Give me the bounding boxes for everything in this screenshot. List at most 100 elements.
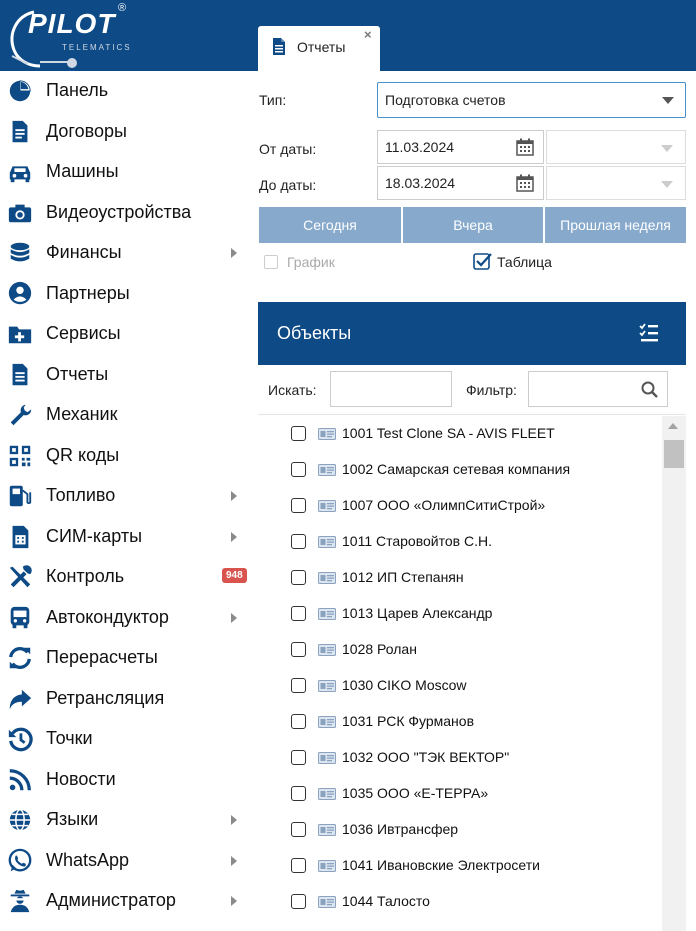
id-card-icon bbox=[318, 500, 336, 512]
sidebar-item-8[interactable]: Механик bbox=[0, 395, 250, 435]
objects-search-bar: Искать: Фильтр: bbox=[258, 365, 686, 415]
sidebar-item-label: Партнеры bbox=[46, 282, 130, 303]
list-item[interactable]: 1001 Test Clone SA - AVIS FLEET bbox=[258, 416, 658, 452]
sidebar-item-label: Точки bbox=[46, 728, 93, 748]
list-item[interactable]: 1012 ИП Степанян bbox=[258, 560, 658, 596]
filter-label: Фильтр: bbox=[466, 382, 517, 398]
to-date-value: 18.03.2024 bbox=[385, 175, 456, 191]
sidebar-item-label: WhatsApp bbox=[46, 849, 130, 870]
sidebar-item-2[interactable]: Машины bbox=[0, 152, 250, 192]
filter-input[interactable] bbox=[528, 371, 668, 407]
list-item-checkbox[interactable] bbox=[291, 894, 306, 909]
list-item[interactable]: 1028 Ролан bbox=[258, 632, 658, 668]
file-text-icon bbox=[12, 363, 28, 385]
tab-reports[interactable]: Отчеты × bbox=[258, 26, 380, 71]
checklist-icon[interactable] bbox=[638, 322, 660, 344]
sidebar-item-label: Контроль bbox=[46, 566, 125, 586]
list-item-checkbox[interactable] bbox=[291, 750, 306, 765]
sidebar-item-6[interactable]: Сервисы bbox=[0, 314, 250, 354]
sidebar-item-7[interactable]: Отчеты bbox=[0, 355, 250, 395]
sidebar-item-20[interactable]: Администратор bbox=[0, 881, 250, 921]
list-item[interactable]: 1002 Самарская сетевая компания bbox=[258, 452, 658, 488]
chevron-down-icon bbox=[661, 181, 673, 188]
yesterday-button[interactable]: Вчера bbox=[403, 207, 543, 243]
list-item[interactable]: 1044 Талосто bbox=[258, 884, 658, 920]
list-item-checkbox[interactable] bbox=[291, 534, 306, 549]
table-checkbox[interactable] bbox=[473, 252, 492, 270]
tab-close-icon[interactable]: × bbox=[364, 27, 372, 42]
sidebar-item-14[interactable]: Перерасчеты bbox=[0, 638, 250, 678]
list-item-checkbox[interactable] bbox=[291, 606, 306, 621]
chevron-down-icon bbox=[662, 97, 674, 104]
sidebar-item-3[interactable]: Видеоустройства bbox=[0, 193, 250, 233]
sim-card-icon bbox=[12, 525, 29, 548]
sidebar-item-15[interactable]: Ретрансляция bbox=[0, 679, 250, 719]
list-item[interactable]: 1007 ООО «ОлимпСитиСтрой» bbox=[258, 488, 658, 524]
list-item-label: 1036 Ивтрансфер bbox=[342, 821, 459, 837]
id-card-icon bbox=[318, 680, 336, 692]
scroll-up-icon[interactable] bbox=[668, 423, 678, 429]
calendar-icon[interactable] bbox=[516, 174, 534, 192]
list-item[interactable]: 1032 ООО "ТЭК ВЕКТОР" bbox=[258, 740, 658, 776]
sidebar-item-18[interactable]: Языки bbox=[0, 800, 250, 840]
sidebar-item-label: Языки bbox=[46, 809, 99, 829]
id-card-icon bbox=[318, 860, 336, 872]
user-secret-icon bbox=[10, 889, 30, 913]
sidebar-item-5[interactable]: Партнеры bbox=[0, 274, 250, 314]
list-item-checkbox[interactable] bbox=[291, 426, 306, 441]
list-item-checkbox[interactable] bbox=[291, 498, 306, 513]
id-card-icon bbox=[318, 464, 336, 476]
sidebar-item-1[interactable]: Договоры bbox=[0, 112, 250, 152]
sidebar-item-11[interactable]: СИМ-карты bbox=[0, 517, 250, 557]
list-item[interactable]: 1030 CIKO Moscow bbox=[258, 668, 658, 704]
tools-icon bbox=[9, 565, 32, 588]
sidebar-item-10[interactable]: Топливо bbox=[0, 476, 250, 516]
today-button[interactable]: Сегодня bbox=[259, 207, 401, 243]
sidebar-item-label: Администратор bbox=[46, 890, 176, 910]
list-item-checkbox[interactable] bbox=[291, 678, 306, 693]
id-card-icon bbox=[318, 824, 336, 836]
list-item[interactable]: 1011 Старовойтов С.Н. bbox=[258, 524, 658, 560]
list-item-checkbox[interactable] bbox=[291, 786, 306, 801]
scroll-thumb[interactable] bbox=[664, 440, 684, 468]
from-date-input[interactable]: 11.03.2024 bbox=[377, 130, 544, 164]
report-type-select[interactable]: Подготовка счетов bbox=[377, 82, 686, 118]
sidebar-item-label: Механик bbox=[46, 404, 118, 424]
list-item-checkbox[interactable] bbox=[291, 858, 306, 873]
list-item-checkbox[interactable] bbox=[291, 822, 306, 837]
sidebar-item-4[interactable]: Финансы bbox=[0, 233, 250, 273]
from-time-select[interactable] bbox=[546, 130, 686, 164]
list-item[interactable]: 1013 Царев Александр bbox=[258, 596, 658, 632]
camera-icon bbox=[8, 204, 32, 222]
sidebar-item-label: Перерасчеты bbox=[46, 647, 158, 667]
list-item[interactable]: 1035 ООО «Е-ТЕРРА» bbox=[258, 776, 658, 812]
list-item-checkbox[interactable] bbox=[291, 714, 306, 729]
list-item-checkbox[interactable] bbox=[291, 570, 306, 585]
sidebar-item-16[interactable]: Точки bbox=[0, 719, 250, 759]
sidebar: Панель Договоры Машины Видеоустройства Финан… bbox=[0, 71, 250, 931]
to-date-input[interactable]: 18.03.2024 bbox=[377, 166, 544, 200]
chart-checkbox[interactable] bbox=[264, 255, 278, 269]
to-time-select[interactable] bbox=[546, 166, 686, 200]
pilot-logo[interactable]: PILOT TELEMATICS ® bbox=[6, 2, 130, 68]
pie-chart-icon bbox=[9, 80, 31, 102]
sidebar-item-12[interactable]: Контроль 948 bbox=[0, 557, 250, 597]
last-week-button[interactable]: Прошлая неделя bbox=[545, 207, 686, 243]
logo-registered-mark: ® bbox=[118, 2, 127, 14]
calendar-icon[interactable] bbox=[516, 138, 534, 156]
list-item-label: 1035 ООО «Е-ТЕРРА» bbox=[342, 785, 489, 801]
sidebar-item-17[interactable]: Новости bbox=[0, 760, 250, 800]
sidebar-item-9[interactable]: QR коды bbox=[0, 436, 250, 476]
search-icon[interactable] bbox=[641, 381, 658, 398]
list-item[interactable]: 1041 Ивановские Электросети bbox=[258, 848, 658, 884]
sidebar-item-19[interactable]: WhatsApp bbox=[0, 841, 250, 881]
list-scrollbar[interactable] bbox=[662, 416, 686, 931]
search-input[interactable] bbox=[330, 371, 452, 407]
sidebar-item-0[interactable]: Панель bbox=[0, 71, 250, 111]
sidebar-item-13[interactable]: Автокондуктор bbox=[0, 598, 250, 638]
list-item[interactable]: 1036 Ивтрансфер bbox=[258, 812, 658, 848]
list-item[interactable]: 1031 РСК Фурманов bbox=[258, 704, 658, 740]
list-item-checkbox[interactable] bbox=[291, 642, 306, 657]
list-item-checkbox[interactable] bbox=[291, 462, 306, 477]
list-item-label: 1030 CIKO Moscow bbox=[342, 677, 467, 693]
